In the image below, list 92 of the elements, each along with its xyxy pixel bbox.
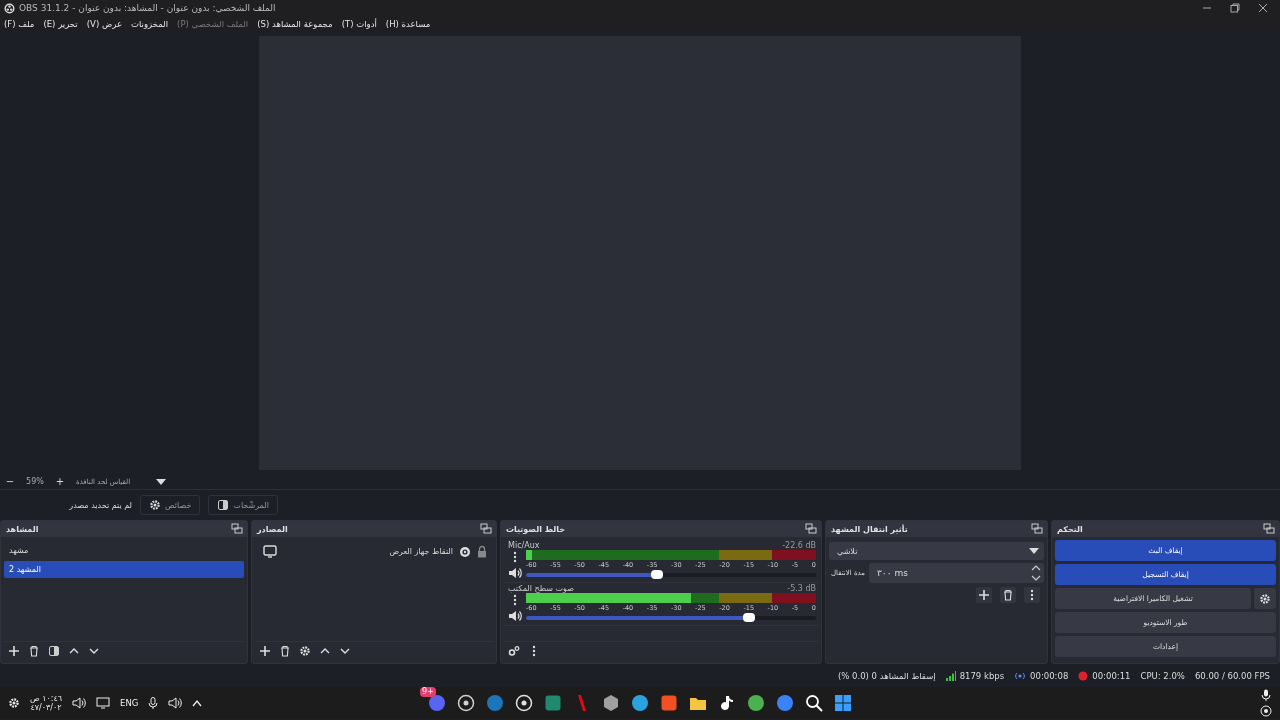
microphone-icon[interactable] xyxy=(1261,689,1271,701)
square-app-icon[interactable] xyxy=(544,694,562,712)
filters-button[interactable]: المرشّحات xyxy=(208,495,278,515)
menu-item[interactable]: تحرير (E) xyxy=(43,19,78,29)
volume-slider[interactable] xyxy=(526,616,816,620)
spin-arrows-icon xyxy=(1031,563,1041,583)
menu-item[interactable]: مساعدة (H) xyxy=(385,19,431,29)
volume-slider[interactable] xyxy=(526,573,816,577)
dock-title: المشاهد xyxy=(6,524,39,534)
gears-icon[interactable] xyxy=(508,645,520,657)
start-grid-icon[interactable] xyxy=(834,694,852,712)
clock-time[interactable]: ١٠:٤٦ ص xyxy=(30,693,63,703)
circle-app-icon[interactable] xyxy=(776,694,794,712)
undock-icon[interactable] xyxy=(1263,523,1275,535)
frame-rate: 60.00 / 60.00 FPS xyxy=(1194,670,1270,681)
db-reading: -22.6 dB xyxy=(782,541,816,550)
circle-app-icon[interactable] xyxy=(486,694,504,712)
search-icon[interactable] xyxy=(805,694,823,712)
source-item[interactable]: التقاط جهاز العرض xyxy=(283,547,453,556)
eye-icon[interactable] xyxy=(459,545,471,558)
duration-field[interactable]: ٣٠٠ ms xyxy=(869,563,1044,583)
trash-icon[interactable] xyxy=(1002,589,1014,601)
record-time: 00:00:11 xyxy=(1092,670,1131,681)
hexagon-app-icon[interactable] xyxy=(602,694,620,712)
dock-title: تأثير انتقال المشهد xyxy=(831,524,908,534)
circle-app-icon[interactable] xyxy=(631,694,649,712)
transition-dropdown[interactable]: تلاشي xyxy=(829,542,1044,560)
broadcast-icon xyxy=(1014,670,1027,681)
db-reading: -5.3 dB xyxy=(787,584,816,593)
menu-item[interactable]: المخزونات xyxy=(130,19,169,29)
scene-item[interactable]: مشهد xyxy=(4,542,244,559)
menu-item[interactable]: أدوات (T) xyxy=(341,19,377,29)
undock-icon[interactable] xyxy=(480,523,492,535)
circle-app-icon[interactable] xyxy=(428,694,446,712)
filter-icon xyxy=(217,499,230,511)
no-source-label: لم يتم تحديد مصدر xyxy=(68,500,132,510)
speaker-icon[interactable] xyxy=(508,610,522,622)
record-dot-icon xyxy=(1078,670,1089,681)
dock-title: المصادر xyxy=(257,524,288,534)
restore-icon[interactable] xyxy=(1230,3,1240,13)
trash-icon[interactable] xyxy=(28,645,40,657)
slider-thumb[interactable] xyxy=(743,613,756,622)
properties-button[interactable]: خصائص xyxy=(140,495,201,515)
microphone-icon[interactable] xyxy=(148,697,159,709)
gear-icon[interactable] xyxy=(299,645,311,657)
signal-bars-icon xyxy=(945,670,956,681)
dropped-frames: إسقاط المشاهد 0 (0.0 %) xyxy=(837,670,936,681)
dropdown-caret-icon xyxy=(1029,548,1039,554)
channel-name: Mic/Aux xyxy=(508,541,540,550)
window-title: الملف الشخصي: بدون عنوان - المشاهد: بدون عنوان - OBS 31.1.2 xyxy=(19,3,276,13)
speaker-icon[interactable] xyxy=(72,697,87,709)
notification-badge: 9+ xyxy=(420,687,436,697)
ring-app-icon[interactable] xyxy=(457,694,475,712)
zoom-in-button[interactable]: + xyxy=(54,476,66,487)
channel-name: صوت سطح المكتب xyxy=(508,584,574,593)
bitrate: 8179 kbps xyxy=(959,670,1005,681)
menu-item[interactable]: عرض (V) xyxy=(86,19,122,29)
stream-time: 00:00:08 xyxy=(1030,670,1069,681)
lock-icon[interactable] xyxy=(477,545,487,558)
speaker-icon[interactable] xyxy=(508,567,522,579)
add-icon[interactable] xyxy=(259,645,271,657)
trash-icon[interactable] xyxy=(279,645,291,657)
caret-up-icon[interactable] xyxy=(192,699,203,707)
speaker-icon[interactable] xyxy=(168,697,183,709)
music-note-icon[interactable] xyxy=(718,694,736,712)
scene-item[interactable]: المشهد 2 xyxy=(4,561,244,578)
filter-icon[interactable] xyxy=(48,645,60,657)
undock-icon[interactable] xyxy=(1031,523,1043,535)
gear-icon[interactable] xyxy=(1259,592,1271,605)
zoom-out-button[interactable]: − xyxy=(4,476,16,487)
add-icon[interactable] xyxy=(8,645,20,657)
zoom-level: 59% xyxy=(25,477,45,486)
monitor-icon[interactable] xyxy=(96,697,111,709)
menu-item[interactable]: ملف (F) xyxy=(4,19,35,29)
undock-icon[interactable] xyxy=(805,523,817,535)
dock-title: التحكم xyxy=(1057,524,1083,534)
menu-item[interactable]: مجموعة المشاهد (S) xyxy=(257,19,333,29)
gear-icon[interactable] xyxy=(8,697,20,709)
ring-app-icon[interactable] xyxy=(515,694,533,712)
cpu-usage: CPU: 2.0% xyxy=(1140,670,1185,681)
slider-thumb[interactable] xyxy=(650,570,663,579)
dropdown-caret-icon xyxy=(156,478,167,485)
close-icon[interactable] xyxy=(1258,3,1268,13)
add-icon[interactable] xyxy=(978,589,990,601)
undock-icon[interactable] xyxy=(231,523,243,535)
square-app-icon[interactable] xyxy=(660,694,678,712)
gear-icon xyxy=(149,499,161,511)
clock-date[interactable]: ٤٧/٠٣/٠٢ xyxy=(30,703,62,713)
monitor-icon xyxy=(263,545,277,558)
circle-app-icon[interactable] xyxy=(747,694,765,712)
language-indicator[interactable]: ENG xyxy=(120,698,139,708)
dock-title: خالط الصوتيات xyxy=(506,524,566,534)
